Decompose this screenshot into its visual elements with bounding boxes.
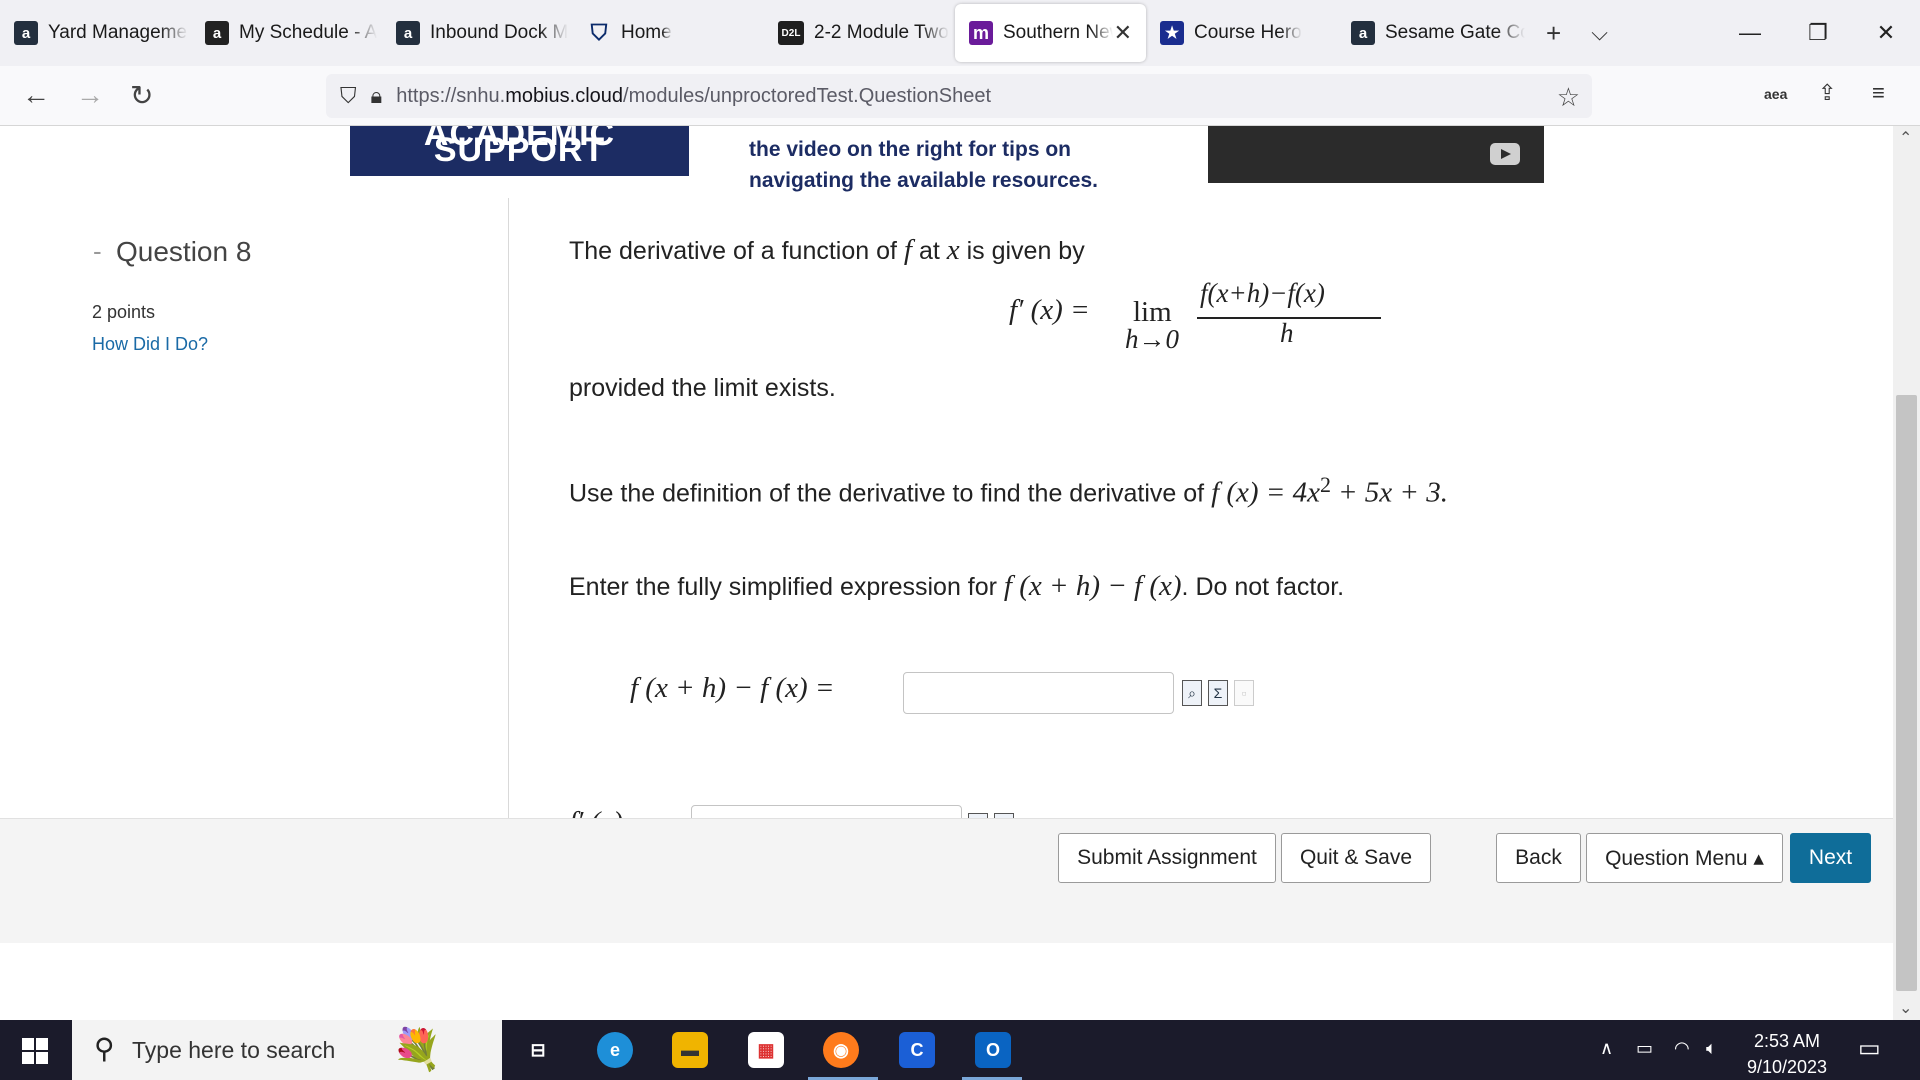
search-icon: ⚲	[94, 1033, 115, 1064]
question-menu-button[interactable]: Question Menu ▴	[1586, 833, 1783, 883]
clock[interactable]: 2:53 AM 9/10/2023	[1735, 1028, 1839, 1080]
tab-label: Inbound Dock M	[430, 22, 569, 43]
provided-text: provided the limit exists.	[569, 374, 836, 402]
submit-assignment-button[interactable]: Submit Assignment	[1058, 833, 1276, 883]
windows-start-icon[interactable]	[22, 1038, 48, 1064]
clock-date: 9/10/2023	[1746, 1057, 1828, 1077]
taskbar: ⚲ Type here to search 💐 ⊟ e ▬ ▦ ◉ C O ∧ …	[0, 1020, 1920, 1080]
star-icon: ★	[1160, 21, 1184, 45]
url-text[interactable]: https://snhu.mobius.cloud/modules/unproc…	[396, 85, 991, 108]
tab-yard-management[interactable]: a Yard Management	[0, 0, 191, 66]
minimize-icon[interactable]: —	[1716, 20, 1784, 46]
url-bar[interactable]: ⛉ 🔒︎ https://snhu.mobius.cloud/modules/u…	[326, 74, 1592, 118]
share-icon[interactable]: ⇪	[1818, 80, 1836, 106]
search-placeholder: Type here to search	[132, 1037, 336, 1063]
amazon-icon: a	[1351, 21, 1375, 45]
answer1-label: f (x + h) − f (x) =	[630, 672, 835, 704]
mobius-icon: m	[969, 21, 993, 45]
banner-title: ACADEMIC SUPPORT	[423, 126, 616, 169]
question-intro: The derivative of a function of f at x i…	[569, 234, 1085, 266]
quit-save-button[interactable]: Quit & Save	[1281, 833, 1431, 883]
menu-icon[interactable]: ≡	[1872, 80, 1885, 106]
tab-label: Home	[621, 22, 672, 43]
reload-icon[interactable]: ↻	[130, 79, 153, 112]
nav-bar: ← → ↻ ⛉ 🔒︎ https://snhu.mobius.cloud/mod…	[0, 66, 1920, 126]
plot-icon: ▫	[1234, 680, 1254, 706]
clock-time: 2:53 AM	[1753, 1031, 1821, 1051]
amazon-icon: a	[14, 21, 38, 45]
back-button[interactable]: Back	[1496, 833, 1581, 883]
bookmark-star-icon[interactable]: ☆	[1557, 82, 1580, 113]
how-did-i-do-link[interactable]: How Did I Do?	[92, 334, 208, 355]
file-explorer-icon[interactable]: ▬	[672, 1032, 708, 1068]
shield-icon: ⛉	[590, 20, 608, 45]
divider	[508, 198, 509, 898]
answer1-input[interactable]	[903, 672, 1174, 714]
equation-editor-icon[interactable]: Σ	[1208, 680, 1228, 706]
academic-support-banner[interactable]: ACADEMIC SUPPORT	[350, 126, 689, 176]
tab-strip: a Yard Management a My Schedule - A a In…	[0, 0, 1920, 66]
taskbar-search[interactable]: ⚲ Type here to search 💐	[72, 1020, 502, 1080]
chevron-up-icon[interactable]: ∧	[1600, 1038, 1613, 1059]
play-icon[interactable]	[1490, 143, 1520, 165]
edge-icon[interactable]: e	[597, 1032, 633, 1068]
scroll-down-icon[interactable]: ⌄	[1899, 998, 1912, 1018]
tab-sesame-gate[interactable]: a Sesame Gate Co	[1337, 0, 1528, 66]
amazon-icon: a	[396, 21, 420, 45]
video-player[interactable]	[1208, 126, 1544, 183]
tab-my-schedule[interactable]: a My Schedule - A	[191, 0, 382, 66]
question-title: Question 8	[116, 236, 252, 267]
help-line: the video on the right for tips on	[749, 138, 1071, 161]
back-arrow-icon[interactable]: ←	[22, 79, 50, 111]
chevron-down-icon[interactable]: ⌵	[1591, 20, 1608, 46]
question-points: 2 points	[92, 302, 156, 322]
formula-lhs: f′ (x) =	[1009, 294, 1090, 326]
next-button[interactable]: Next	[1790, 833, 1871, 883]
tab-home[interactable]: ⛉ Home	[573, 0, 764, 66]
lock-icon[interactable]: 🔒︎	[371, 83, 383, 109]
close-window-icon[interactable]: ✕	[1852, 20, 1920, 46]
tab-label: Sesame Gate Co	[1385, 22, 1525, 43]
outlook-icon[interactable]: O	[975, 1032, 1011, 1068]
chromebook-app-icon[interactable]: C	[899, 1032, 935, 1068]
shield-icon[interactable]: ⛉	[340, 83, 357, 109]
wifi-icon[interactable]: ◠	[1674, 1038, 1690, 1059]
tab-module-two[interactable]: D2L 2-2 Module Two	[764, 0, 955, 66]
d2l-icon: D2L	[778, 21, 804, 45]
tab-label: Yard Management	[48, 22, 188, 43]
restore-icon[interactable]: ❐	[1784, 20, 1852, 46]
scrollbar-thumb[interactable]	[1896, 395, 1917, 991]
tab-label: My Schedule - A	[239, 22, 378, 43]
firefox-icon[interactable]: ◉	[823, 1032, 859, 1068]
enter-instruction: Enter the fully simplified expression fo…	[569, 570, 1345, 602]
tab-label: Course Hero	[1194, 22, 1302, 43]
tab-inbound-dock[interactable]: a Inbound Dock M	[382, 0, 573, 66]
preview-icon[interactable]: ⌕	[1182, 680, 1202, 706]
amazon-a-icon: a	[205, 21, 229, 45]
tab-southern-new[interactable]: m Southern New ✕	[955, 4, 1146, 62]
new-tab-icon[interactable]: +	[1546, 18, 1561, 49]
formula-sub: h→0	[1125, 324, 1179, 354]
amazon-assistant-icon[interactable]: aea	[1764, 86, 1787, 102]
collapse-dash[interactable]: -	[93, 236, 102, 267]
volume-icon[interactable]: 🔈︎	[1706, 1038, 1717, 1059]
close-icon[interactable]: ✕	[1114, 20, 1132, 46]
help-text: the video on the right for tips on navig…	[749, 134, 1109, 196]
formula-denominator: h	[1280, 318, 1294, 348]
battery-icon[interactable]: ▭	[1636, 1038, 1653, 1059]
tab-label: Southern New	[1003, 22, 1113, 43]
formula-numerator: f(x+h)−f(x)	[1200, 278, 1325, 308]
notifications-icon[interactable]: ▭	[1858, 1034, 1881, 1063]
tab-label: 2-2 Module Two	[814, 22, 949, 43]
help-line: navigating the available resources.	[749, 169, 1098, 192]
action-bar: Submit Assignment Quit & Save Back Quest…	[0, 818, 1893, 943]
forward-arrow-icon[interactable]: →	[76, 79, 104, 111]
tab-course-hero[interactable]: ★ Course Hero	[1146, 0, 1337, 66]
flowers-icon: 💐	[392, 1028, 442, 1072]
task-view-icon[interactable]: ⊟	[520, 1032, 556, 1068]
store-icon[interactable]: ▦	[748, 1032, 784, 1068]
use-definition-text: Use the definition of the derivative to …	[569, 472, 1448, 509]
scroll-up-icon[interactable]: ⌃	[1899, 128, 1912, 148]
